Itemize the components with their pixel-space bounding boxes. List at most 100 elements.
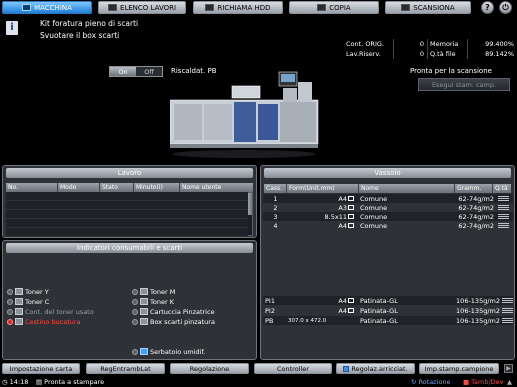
tray-size: A4	[286, 221, 358, 230]
error-dot	[7, 318, 13, 325]
tab-paper-settings[interactable]: Impostazione carta	[2, 363, 80, 374]
tray-row-4[interactable]: 4 A4 Comune 62-74g/m2	[263, 221, 513, 230]
message-line-2: Svuotare il box scarti	[40, 31, 120, 40]
tray-table-header: Cass. Form(Unit.mm) Nome Gramm. Q.tà	[264, 184, 511, 193]
printer-status-text: Pronta a stampare	[44, 377, 105, 386]
table-row[interactable]	[6, 201, 248, 210]
scan-status: Pronta per la scansione	[410, 67, 492, 75]
consumable-label: Toner K	[150, 297, 174, 306]
job-scroll-thumb[interactable]	[248, 193, 252, 215]
tray-level-icon	[494, 212, 510, 221]
tab-label: Controller	[277, 364, 309, 373]
tray-row-1[interactable]: 1 A4 Comune 62-74g/m2	[263, 194, 513, 203]
power-button[interactable]: ⏻	[499, 1, 512, 14]
tandem-text: Tamb/Dev	[471, 377, 504, 386]
tray-weight: 106-135g/m2	[456, 296, 500, 305]
original-count-value: 0	[394, 39, 428, 49]
tray-row-2[interactable]: 2 A3 Comune 62-74g/m2	[263, 203, 513, 212]
table-row[interactable]	[6, 228, 248, 237]
consumable-toner-c[interactable]: Toner C	[7, 297, 49, 306]
tab-sample-print-settings[interactable]: Imp.stamp.campione	[419, 363, 499, 374]
tray-number: PI2	[265, 306, 275, 315]
col-name: Nome	[359, 184, 455, 193]
status-dot	[7, 288, 13, 295]
reserved-jobs-label: Lav.Riserv.	[344, 49, 394, 59]
status-dot	[7, 308, 13, 315]
tray-row-pb[interactable]: PB 307.0 x 472.0 Patinata-GL 106-135g/m2	[263, 316, 513, 325]
help-button[interactable]: ?	[481, 1, 494, 14]
tray-level-icon	[494, 221, 510, 230]
consumable-label: Cestino bucatura	[25, 317, 81, 326]
tray-number: 2	[273, 203, 278, 212]
tray-paper-name: Patinata-GL	[360, 296, 398, 305]
curl-icon	[343, 365, 350, 372]
col-size: Form(Unit.mm)	[287, 184, 359, 193]
tray-paper-name: Patinata-GL	[360, 306, 398, 315]
consumable-toner-k[interactable]: Toner K	[132, 297, 174, 306]
hdd-icon	[205, 4, 215, 11]
tray-paper-name: Comune	[360, 212, 388, 221]
col-mode: Modo	[58, 183, 100, 192]
consumable-toner-y[interactable]: Toner Y	[7, 287, 49, 296]
tab-duplex-adjust[interactable]: RegEntrambLat	[86, 363, 165, 374]
waste-toner-icon	[15, 308, 23, 315]
consumable-waste-toner[interactable]: Cont. del toner usato	[7, 307, 94, 316]
tray-size: A4	[286, 296, 358, 305]
tray-weight: 106-135g/m2	[456, 306, 500, 315]
status-dot	[132, 348, 138, 355]
rotation-indicator[interactable]: ↻ Rotazione	[411, 377, 451, 386]
toggle-off[interactable]: Off	[136, 67, 162, 76]
rotation-icon: ↻	[411, 377, 417, 386]
status-dot	[132, 308, 138, 315]
table-row[interactable]	[6, 192, 248, 201]
tab-job-list[interactable]: ELENCO LAVORI	[98, 1, 186, 14]
tray-row-pi2[interactable]: PI2 A4 Patinata-GL 106-135g/m2	[263, 306, 513, 315]
info-icon: i	[6, 21, 18, 35]
consumable-staple-waste[interactable]: Box scarti pinzatura	[132, 317, 215, 326]
counters-panel: Cont. ORIG. 0 Memoria 99.400% Lav.Riserv…	[344, 38, 517, 60]
punch-icon	[15, 318, 23, 325]
toner-icon	[15, 298, 23, 305]
status-dot	[7, 298, 13, 305]
consumable-staple-cartridge[interactable]: Cartuccia Pinzatrice	[132, 307, 215, 316]
printer-icon: ▤	[36, 377, 43, 386]
time: 14:18	[9, 377, 29, 386]
toner-icon	[140, 288, 148, 295]
consumable-label: Serbatoio umidif.	[150, 347, 206, 356]
tab-label: COPIA	[329, 3, 351, 12]
consumable-toner-m[interactable]: Toner M	[132, 287, 175, 296]
tray-number: 3	[273, 212, 278, 221]
tab-curl-adjust[interactable]: Regolaz.arricciat.	[336, 363, 415, 374]
tab-machine[interactable]: MACCHINA	[2, 1, 92, 14]
tab-label: Regolaz.arricciat.	[351, 364, 408, 373]
consumable-humidifier-tank[interactable]: Serbatoio umidif.	[132, 347, 205, 356]
tray-weight: 62-74g/m2	[458, 212, 494, 221]
tray-row-pi1[interactable]: PI1 A4 Patinata-GL 106-135g/m2	[263, 296, 513, 305]
copy-icon	[317, 4, 327, 11]
status-dot	[132, 288, 138, 295]
toner-icon	[140, 298, 148, 305]
tab-scan[interactable]: SCANSIONA	[385, 1, 471, 14]
toggle-on[interactable]: On	[110, 67, 136, 76]
tab-hdd-recall[interactable]: RICHIAMA HDD	[193, 1, 283, 14]
consumable-label: Cartuccia Pinzatrice	[150, 307, 215, 316]
next-tab-arrow-icon[interactable]: ▶	[504, 364, 513, 373]
tray-paper-name: Comune	[360, 221, 388, 230]
tab-copy[interactable]: COPIA	[289, 1, 379, 14]
tab-label: MACCHINA	[34, 3, 72, 12]
tab-adjustment[interactable]: Regolazione	[170, 363, 249, 374]
tray-number: PI1	[265, 296, 275, 305]
tab-controller[interactable]: Controller	[254, 363, 332, 374]
sample-print-button[interactable]: Esegui stam. camp.	[418, 78, 510, 91]
tandem-indicator[interactable]: ■ Tamb/Dev	[463, 377, 504, 386]
scan-icon	[401, 4, 411, 11]
table-row[interactable]	[6, 219, 248, 228]
tray-row-3[interactable]: 3 8.5x11 Comune 62-74g/m2	[263, 212, 513, 221]
scroll-up-icon[interactable]: ▲	[507, 377, 512, 386]
status-dot	[132, 298, 138, 305]
power-icon: ⏻	[502, 2, 509, 12]
tray-number: 4	[273, 221, 278, 230]
power-toggle[interactable]: On Off	[109, 66, 163, 77]
table-row[interactable]	[6, 210, 248, 219]
consumable-punch-waste[interactable]: Cestino bucatura	[7, 317, 81, 326]
